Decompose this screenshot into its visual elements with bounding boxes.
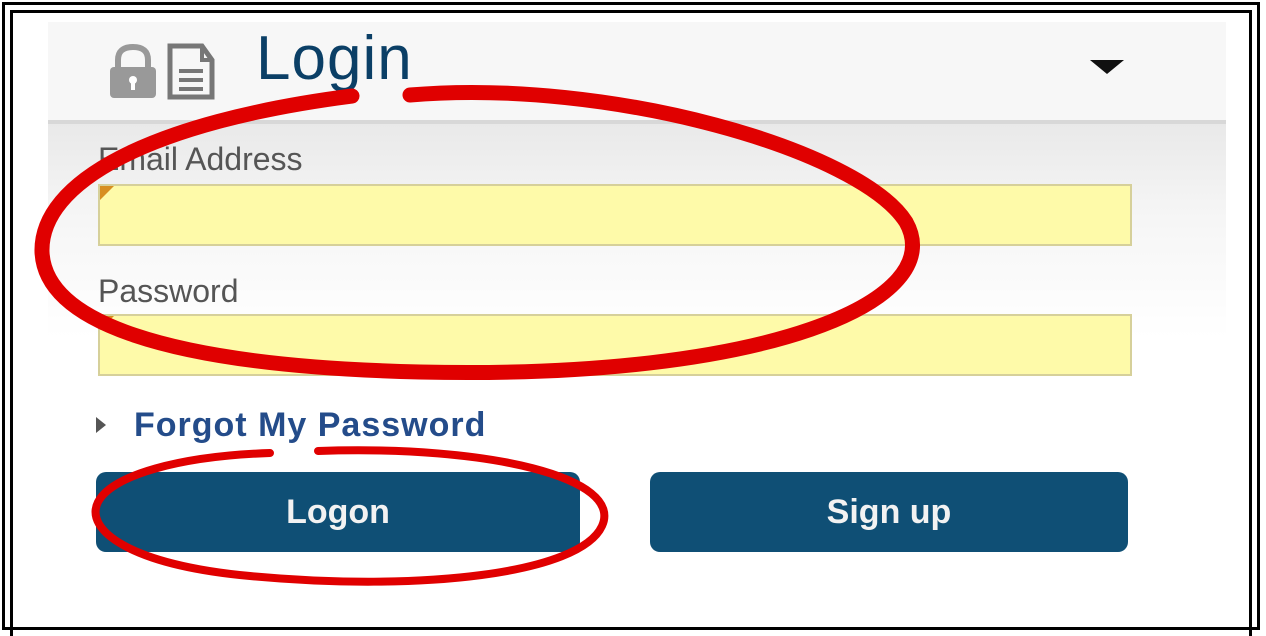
forgot-password-label[interactable]: Forgot My Password: [134, 406, 486, 445]
lock-document-icon: [110, 43, 215, 100]
password-label: Password: [98, 273, 239, 309]
login-header: [48, 22, 1226, 122]
email-label: Email Address: [98, 141, 303, 177]
logon-button[interactable]: Logon: [96, 472, 580, 552]
page-title: Login: [256, 24, 413, 93]
field-marker-icon: [100, 186, 114, 200]
forgot-password-link[interactable]: Forgot My Password: [96, 404, 486, 446]
triangle-right-icon: [96, 417, 106, 433]
field-marker-icon: [100, 316, 114, 330]
sign-up-button[interactable]: Sign up: [650, 472, 1128, 552]
caret-down-icon[interactable]: [1090, 60, 1124, 74]
email-field[interactable]: [98, 184, 1132, 246]
password-field[interactable]: [98, 314, 1132, 376]
